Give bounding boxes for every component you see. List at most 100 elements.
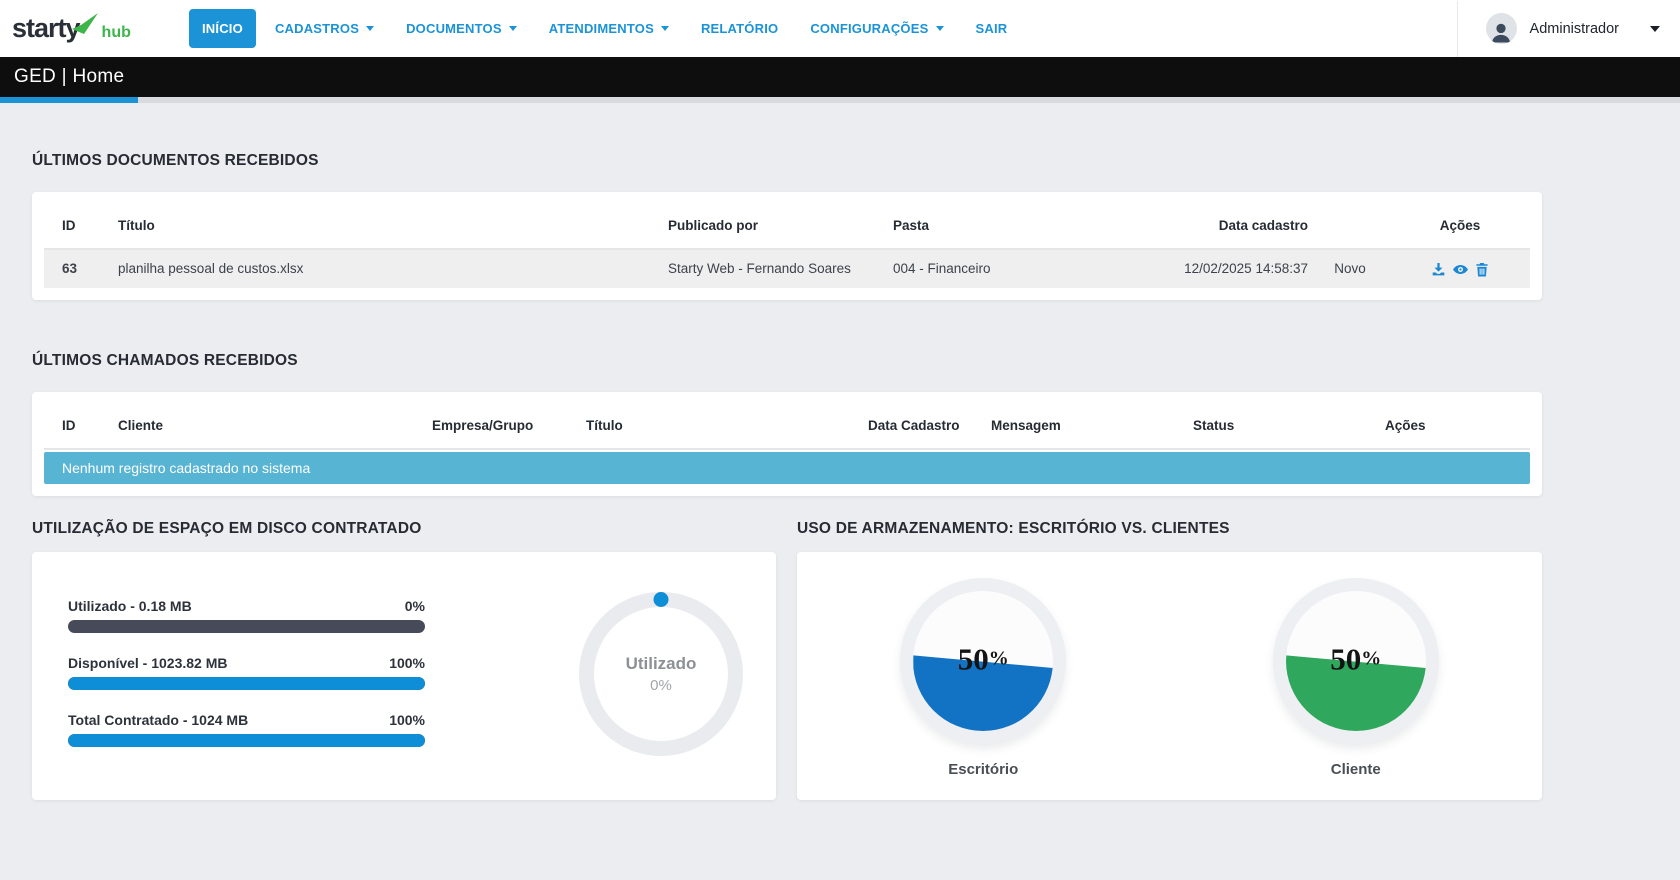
progress-fill bbox=[68, 677, 425, 690]
storage-section-title: USO DE ARMAZENAMENTO: ESCRITÓRIO VS. CLI… bbox=[797, 520, 1230, 537]
user-name: Administrador bbox=[1529, 20, 1619, 37]
col-cliente: Cliente bbox=[118, 418, 164, 433]
col-acoes: Ações bbox=[1439, 218, 1481, 233]
donut-marker-dot bbox=[653, 592, 669, 607]
disk-usage-section: UTILIZAÇÃO DE ESPAÇO EM DISCO CONTRATADO… bbox=[32, 496, 776, 800]
bar-disponivel: Disponível - 1023.82 MB 100% bbox=[68, 655, 425, 690]
gauge-cliente: 50% Cliente bbox=[1272, 578, 1439, 800]
main-menu: INÍCIO CADASTROS DOCUMENTOS ATENDIMENTOS… bbox=[189, 9, 1020, 48]
delete-button[interactable] bbox=[1475, 262, 1489, 277]
bar-percent: 100% bbox=[389, 655, 425, 671]
donut-percent: 0% bbox=[650, 677, 672, 694]
bar-label: Total Contratado - 1024 MB bbox=[68, 712, 249, 728]
nav-item-atendimentos[interactable]: ATENDIMENTOS bbox=[536, 9, 682, 48]
chevron-down-icon bbox=[935, 26, 944, 31]
documents-card: ID Título Publicado por Pasta Data cadas… bbox=[32, 192, 1542, 300]
col-empresa-grupo: Empresa/Grupo bbox=[432, 418, 534, 433]
nav-item-sair[interactable]: SAIR bbox=[963, 9, 1021, 48]
gauge-escritorio: 50% Escritório bbox=[900, 578, 1067, 800]
gauge-ring: 50% bbox=[1272, 578, 1439, 744]
gauge-value: 50% bbox=[957, 641, 1009, 677]
table-row[interactable]: 63 planilha pessoal de custos.xlsx Start… bbox=[44, 250, 1530, 288]
disk-usage-card: Utilizado - 0.18 MB 0% Disponível - 1023… bbox=[32, 552, 776, 800]
doc-actions bbox=[1390, 250, 1530, 288]
gauge-label: Escritório bbox=[948, 761, 1019, 778]
view-button[interactable] bbox=[1452, 262, 1469, 277]
nav-item-label: ATENDIMENTOS bbox=[548, 21, 654, 36]
bar-label: Disponível - 1023.82 MB bbox=[68, 655, 228, 671]
documents-table-header: ID Título Publicado por Pasta Data cadas… bbox=[44, 204, 1530, 250]
eye-icon bbox=[1453, 264, 1468, 274]
col-id: ID bbox=[62, 218, 76, 233]
col-status: Status bbox=[1193, 418, 1235, 433]
progress-track bbox=[68, 677, 425, 690]
bar-utilizado: Utilizado - 0.18 MB 0% bbox=[68, 598, 425, 633]
chevron-down-icon bbox=[660, 26, 669, 31]
col-publicado-por: Publicado por bbox=[668, 218, 759, 233]
nav-item-relatorio[interactable]: RELATÓRIO bbox=[688, 9, 791, 48]
nav-item-configuracoes[interactable]: CONFIGURAÇÕES bbox=[797, 9, 956, 48]
download-icon bbox=[1432, 262, 1445, 275]
app-logo[interactable]: starty hub bbox=[12, 13, 177, 44]
gauge-value: 50% bbox=[1330, 641, 1382, 677]
chamados-card: ID Cliente Empresa/Grupo Título Data Cad… bbox=[32, 392, 1542, 496]
main-content: ÚLTIMOS DOCUMENTOS RECEBIDOS ID Título P… bbox=[0, 152, 1542, 800]
col-pasta: Pasta bbox=[893, 218, 930, 233]
chevron-down-icon bbox=[1650, 25, 1660, 32]
col-titulo: Título bbox=[118, 218, 155, 233]
donut-label: Utilizado bbox=[625, 654, 697, 673]
disk-bars: Utilizado - 0.18 MB 0% Disponível - 1023… bbox=[68, 598, 425, 800]
bar-label: Utilizado - 0.18 MB bbox=[68, 598, 192, 614]
download-button[interactable] bbox=[1431, 262, 1446, 277]
col-mensagem: Mensagem bbox=[991, 418, 1061, 433]
nav-item-label: CADASTROS bbox=[274, 21, 360, 36]
nav-item-cadastros[interactable]: CADASTROS bbox=[262, 9, 387, 48]
disk-section-title: UTILIZAÇÃO DE ESPAÇO EM DISCO CONTRATADO bbox=[32, 520, 422, 537]
progress-track bbox=[68, 620, 425, 633]
donut-chart: Utilizado 0% bbox=[579, 592, 743, 800]
doc-publicado-por: Starty Web - Fernando Soares bbox=[668, 261, 851, 276]
gauge-label: Cliente bbox=[1330, 761, 1381, 778]
nav-item-documentos[interactable]: DOCUMENTOS bbox=[393, 9, 530, 48]
bar-percent: 0% bbox=[404, 598, 425, 614]
page-header-bar: GED | Home bbox=[0, 57, 1680, 97]
page-title: GED | Home bbox=[14, 66, 125, 87]
avatar bbox=[1485, 13, 1517, 44]
col-acoes: Ações bbox=[1385, 418, 1426, 433]
col-data-cadastro: Data Cadastro bbox=[868, 418, 960, 433]
logo-text-secondary: hub bbox=[101, 24, 131, 41]
trash-icon bbox=[1476, 262, 1488, 277]
doc-titulo: planilha pessoal de custos.xlsx bbox=[118, 261, 304, 276]
nav-item-label: CONFIGURAÇÕES bbox=[810, 21, 929, 36]
storage-section: USO DE ARMAZENAMENTO: ESCRITÓRIO VS. CLI… bbox=[797, 496, 1542, 800]
chamados-section-title: ÚLTIMOS CHAMADOS RECEBIDOS bbox=[32, 352, 298, 369]
logo-arrow-icon bbox=[70, 12, 100, 38]
bottom-panels: UTILIZAÇÃO DE ESPAÇO EM DISCO CONTRATADO… bbox=[32, 496, 1542, 800]
chamados-table-header: ID Cliente Empresa/Grupo Título Data Cad… bbox=[44, 404, 1530, 450]
user-menu[interactable]: Administrador bbox=[1485, 13, 1670, 44]
col-id: ID bbox=[62, 418, 76, 433]
progress-fill bbox=[68, 734, 425, 747]
col-titulo: Título bbox=[586, 418, 623, 433]
doc-id: 63 bbox=[62, 261, 78, 276]
documents-section-title: ÚLTIMOS DOCUMENTOS RECEBIDOS bbox=[32, 152, 319, 169]
divider bbox=[1456, 0, 1458, 57]
accent-strip bbox=[0, 97, 1680, 103]
nav-item-inicio[interactable]: INÍCIO bbox=[189, 9, 256, 48]
storage-card: 50% Escritório 50% Cliente bbox=[797, 552, 1542, 800]
progress-track bbox=[68, 734, 425, 747]
doc-data-cadastro: 12/02/2025 14:58:37 bbox=[1184, 261, 1308, 276]
active-tab-indicator bbox=[0, 97, 138, 103]
bar-percent: 100% bbox=[389, 712, 425, 728]
navbar-right: Administrador bbox=[1456, 0, 1670, 57]
col-data-cadastro: Data cadastro bbox=[1218, 218, 1308, 233]
doc-pasta: 004 - Financeiro bbox=[893, 261, 991, 276]
bar-total-contratado: Total Contratado - 1024 MB 100% bbox=[68, 712, 425, 747]
nav-item-label: DOCUMENTOS bbox=[406, 21, 502, 36]
gauge-ring: 50% bbox=[900, 578, 1067, 744]
empty-state-message: Nenhum registro cadastrado no sistema bbox=[44, 452, 1530, 484]
chevron-down-icon bbox=[508, 26, 517, 31]
top-navbar: starty hub INÍCIO CADASTROS DOCUMENTOS A… bbox=[0, 0, 1680, 57]
novo-badge: Novo bbox=[1334, 261, 1366, 276]
chevron-down-icon bbox=[366, 26, 375, 31]
